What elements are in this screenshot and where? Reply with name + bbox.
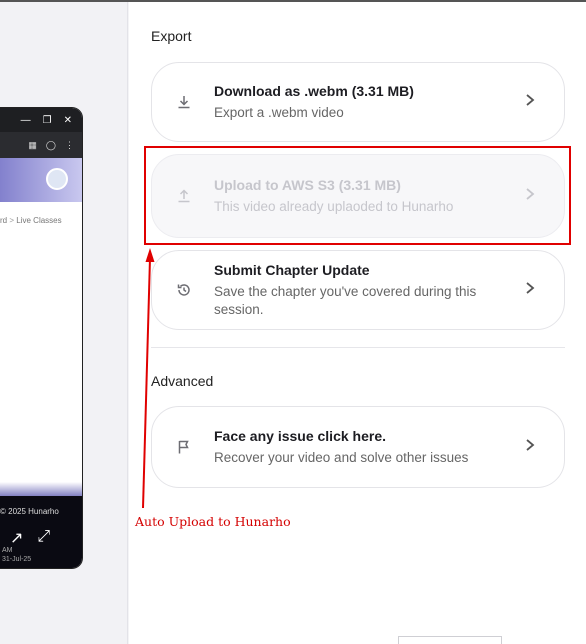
annotation-arrow <box>142 248 155 509</box>
annotation-label: Auto Upload to Hunarho <box>135 514 291 529</box>
